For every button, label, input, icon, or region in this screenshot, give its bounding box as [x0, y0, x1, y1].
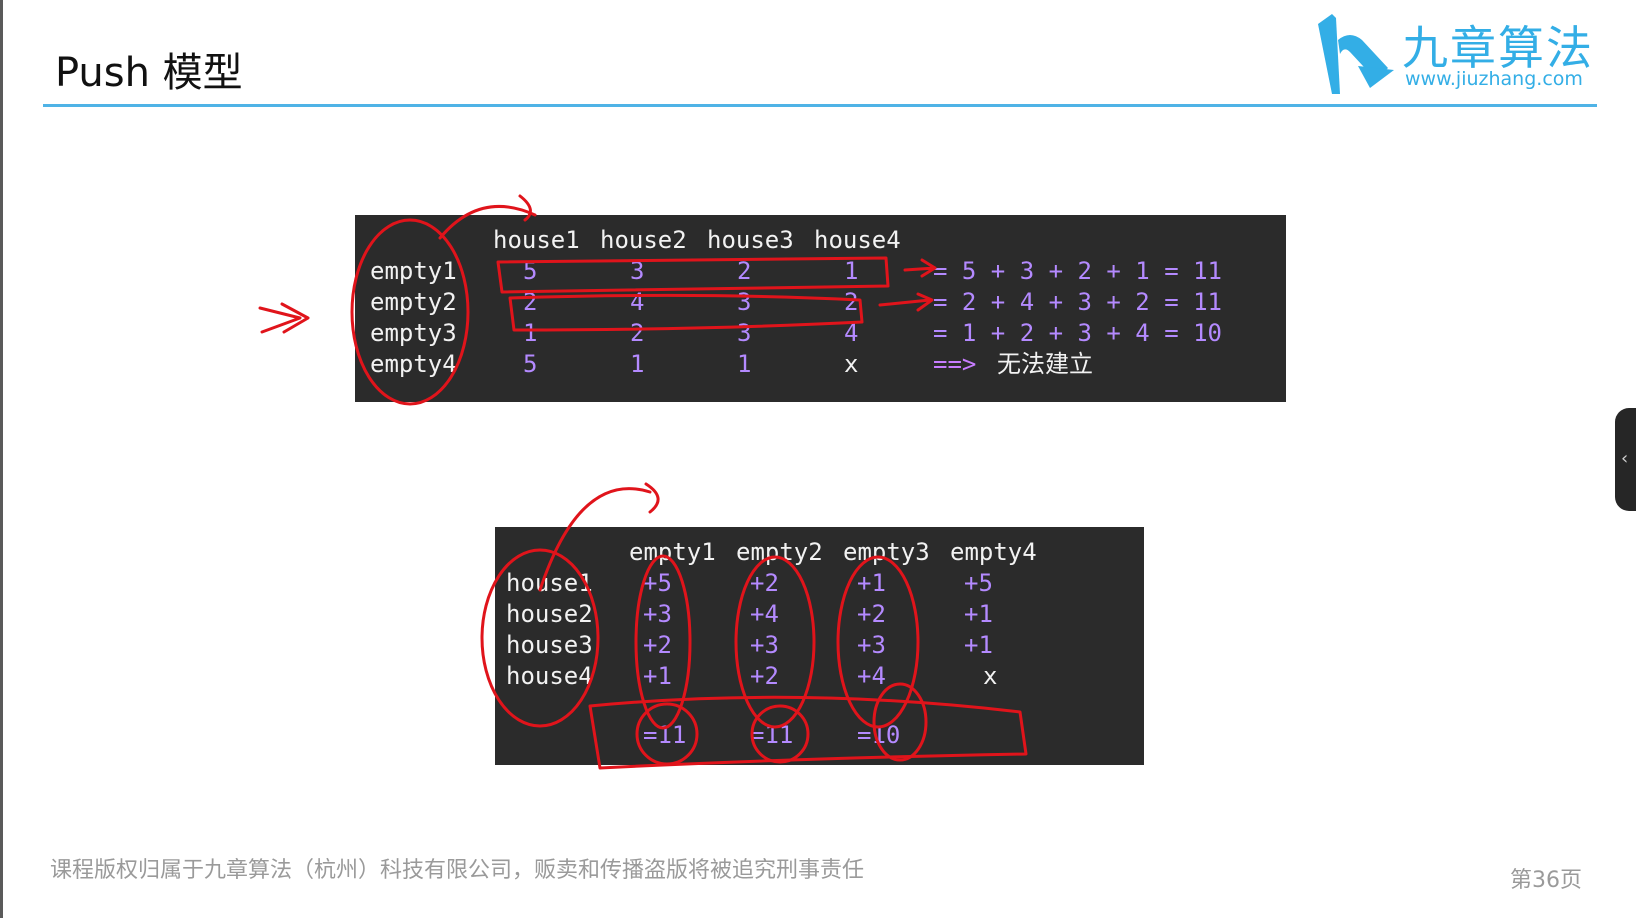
table-cell: 3	[630, 257, 645, 285]
header-house4: house4	[814, 226, 901, 254]
table-cell: 1	[737, 350, 752, 378]
row-label: empty1	[370, 257, 457, 285]
table-cell: +2	[857, 600, 886, 628]
header-house3: house3	[707, 226, 794, 254]
table-cell: 2	[844, 288, 859, 316]
column-total: =10	[857, 721, 901, 749]
brand-logo: 九章算法 www.jiuzhang.com	[1310, 10, 1610, 100]
table-cell: +2	[750, 569, 779, 597]
terminal-table-push-empties: empty1 empty2 empty3 empty4 house1 +5 +2…	[495, 527, 1144, 765]
table-cell: x	[983, 662, 998, 690]
ink-double-arrow	[258, 302, 310, 334]
header-empty2: empty2	[736, 538, 823, 566]
table-cell: 1	[523, 319, 538, 347]
table-cell: 2	[737, 257, 752, 285]
table-cell: +1	[643, 662, 672, 690]
table-cell: +3	[750, 631, 779, 659]
table-cell: 5	[523, 350, 538, 378]
handwritten-annotations	[258, 194, 1028, 770]
table-cell: +3	[643, 600, 672, 628]
cannot-build-text: 无法建立	[997, 350, 1093, 378]
header-empty1: empty1	[629, 538, 716, 566]
row-label: house2	[506, 600, 593, 628]
table-cell: 4	[844, 319, 859, 347]
copyright-footer: 课程版权归属于九章算法（杭州）科技有限公司，贩卖和传播盗版将被追究刑事责任	[50, 858, 865, 883]
table-cell: x	[844, 350, 859, 378]
jiuzhang-logo-icon	[1318, 14, 1394, 94]
table-cell: 3	[737, 319, 752, 347]
page-number: 第36页	[1510, 868, 1582, 893]
column-total: =11	[643, 721, 687, 749]
row-sum: = 1 + 2 + 3 + 4 = 10	[933, 319, 1222, 347]
table-cell: +2	[643, 631, 672, 659]
header-house2: house2	[600, 226, 687, 254]
row-label: empty4	[370, 350, 457, 378]
row-label: empty3	[370, 319, 457, 347]
row-label: empty2	[370, 288, 457, 316]
header-house1: house1	[493, 226, 580, 254]
table-cell: +4	[857, 662, 886, 690]
row-sum: = 2 + 4 + 3 + 2 = 11	[933, 288, 1222, 316]
chevron-left-icon: ‹	[1621, 448, 1629, 469]
table-cell: 4	[630, 288, 645, 316]
arrow-text: ==>	[933, 350, 977, 378]
table-cell: 3	[737, 288, 752, 316]
table-cell: 2	[523, 288, 538, 316]
side-panel-toggle[interactable]: ‹	[1615, 408, 1636, 511]
table-cell: +3	[857, 631, 886, 659]
table-cell: 2	[630, 319, 645, 347]
row-label: house4	[506, 662, 593, 690]
slide-title: Push 模型	[55, 50, 243, 96]
table-cell: +4	[750, 600, 779, 628]
table-cell: 1	[630, 350, 645, 378]
table-cell: +1	[964, 600, 993, 628]
table-cell: +2	[750, 662, 779, 690]
table-cell: +5	[643, 569, 672, 597]
header-empty3: empty3	[843, 538, 930, 566]
terminal-table-push-houses: house1 house2 house3 house4 empty1 5 3 2…	[355, 215, 1286, 402]
logo-url: www.jiuzhang.com	[1405, 68, 1583, 90]
row-label: house3	[506, 631, 593, 659]
table-cell: 5	[523, 257, 538, 285]
column-total: =11	[750, 721, 794, 749]
table-cell: +1	[964, 631, 993, 659]
table-cell: 1	[844, 257, 859, 285]
title-divider	[43, 104, 1597, 107]
table-cell: +5	[964, 569, 993, 597]
row-label: house1	[506, 569, 593, 597]
header-empty4: empty4	[950, 538, 1037, 566]
row-sum: = 5 + 3 + 2 + 1 = 11	[933, 257, 1222, 285]
window-edge	[0, 0, 3, 918]
table-cell: +1	[857, 569, 886, 597]
